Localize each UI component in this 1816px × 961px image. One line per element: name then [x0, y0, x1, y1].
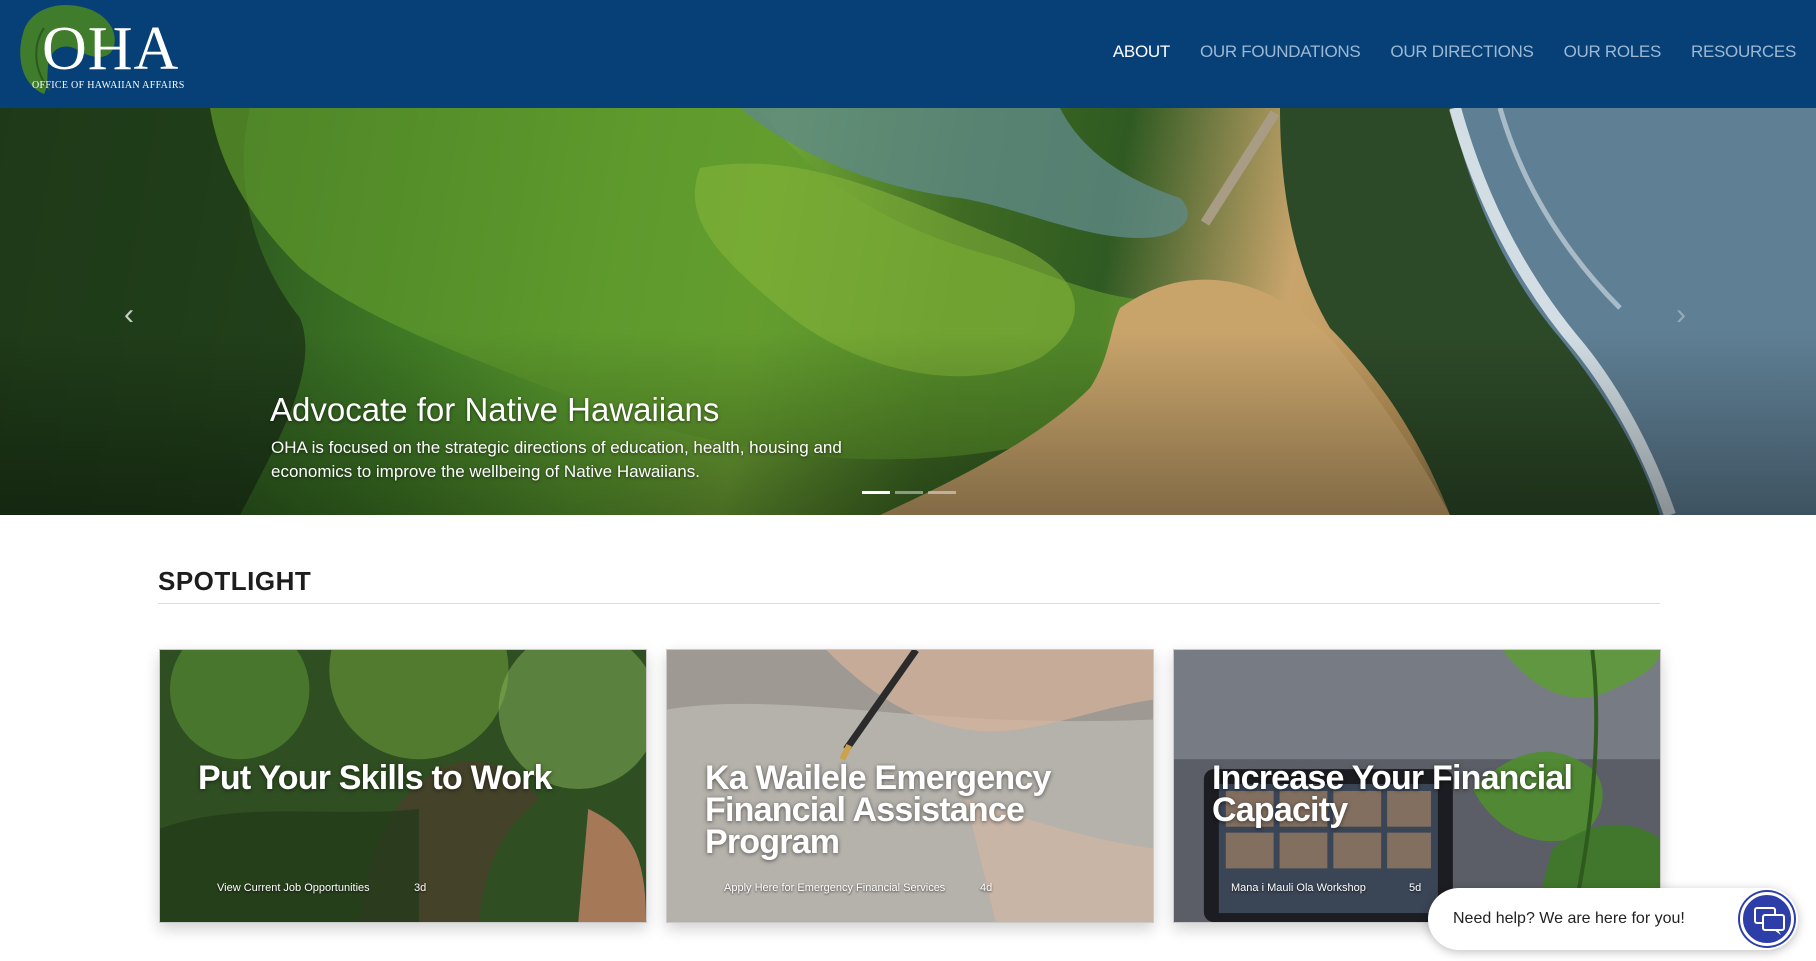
card-link-text: Apply Here for Emergency Financial Servi… [724, 882, 946, 894]
card-link-text: Mana i Mauli Ola Workshop [1231, 882, 1366, 894]
hero-title: Advocate for Native Hawaiians [270, 391, 720, 428]
card-link-text: View Current Job Opportunities [217, 882, 370, 894]
spotlight-card-financial-capacity[interactable]: Increase Your Financial Capacity Mana i … [1173, 649, 1661, 923]
chat-bubbles-icon [1754, 907, 1785, 935]
card-title: Put Your Skills to Work [198, 759, 553, 797]
logo-subtitle: OFFICE OF HAWAIIAN AFFAIRS [32, 80, 185, 91]
oha-logo[interactable]: OHA OFFICE OF HAWAIIAN AFFAIRS [14, 2, 204, 102]
card-title: Increase Your Financial Capacity [1212, 759, 1573, 829]
spotlight-card-emergency-assistance[interactable]: Ka Wailele Emergency Financial Assistanc… [666, 649, 1154, 923]
card-age: 5d [1409, 882, 1422, 894]
chevron-right-icon: › [1676, 298, 1686, 331]
logo-wordmark: OHA [42, 15, 180, 83]
carousel-indicators [862, 491, 956, 494]
main-nav: ABOUT OUR FOUNDATIONS OUR DIRECTIONS OUR… [1113, 42, 1796, 62]
card-age: 3d [414, 882, 427, 894]
hero-description: OHA is focused on the strategic directio… [271, 438, 842, 481]
nav-our-roles[interactable]: OUR ROLES [1564, 42, 1662, 62]
carousel-next-button[interactable]: › [1676, 298, 1686, 332]
spotlight-card-skills[interactable]: Put Your Skills to Work View Current Job… [159, 649, 647, 923]
chevron-left-icon: ‹ [124, 298, 134, 331]
card-title: Ka Wailele Emergency Financial Assistanc… [705, 759, 1051, 861]
carousel-dot-3[interactable] [928, 491, 956, 494]
chat-open-button[interactable] [1740, 892, 1794, 946]
carousel-prev-button[interactable]: ‹ [124, 298, 134, 332]
chat-widget[interactable]: Need help? We are here for you! [1428, 888, 1798, 950]
site-header: OHA OFFICE OF HAWAIIAN AFFAIRS ABOUT OUR… [0, 0, 1816, 108]
card-age: 4d [980, 882, 993, 894]
nav-our-foundations[interactable]: OUR FOUNDATIONS [1200, 42, 1361, 62]
nav-resources[interactable]: RESOURCES [1691, 42, 1796, 62]
hero-carousel: ‹ › Advocate for Native Hawaiians OHA is… [0, 108, 1816, 515]
carousel-dot-2[interactable] [895, 491, 923, 494]
nav-about[interactable]: ABOUT [1113, 42, 1170, 62]
nav-our-directions[interactable]: OUR DIRECTIONS [1390, 42, 1533, 62]
spotlight-heading: SPOTLIGHT [158, 566, 312, 596]
chat-prompt: Need help? We are here for you! [1453, 910, 1685, 927]
spotlight-divider [158, 603, 1660, 604]
carousel-dot-1[interactable] [862, 491, 890, 494]
